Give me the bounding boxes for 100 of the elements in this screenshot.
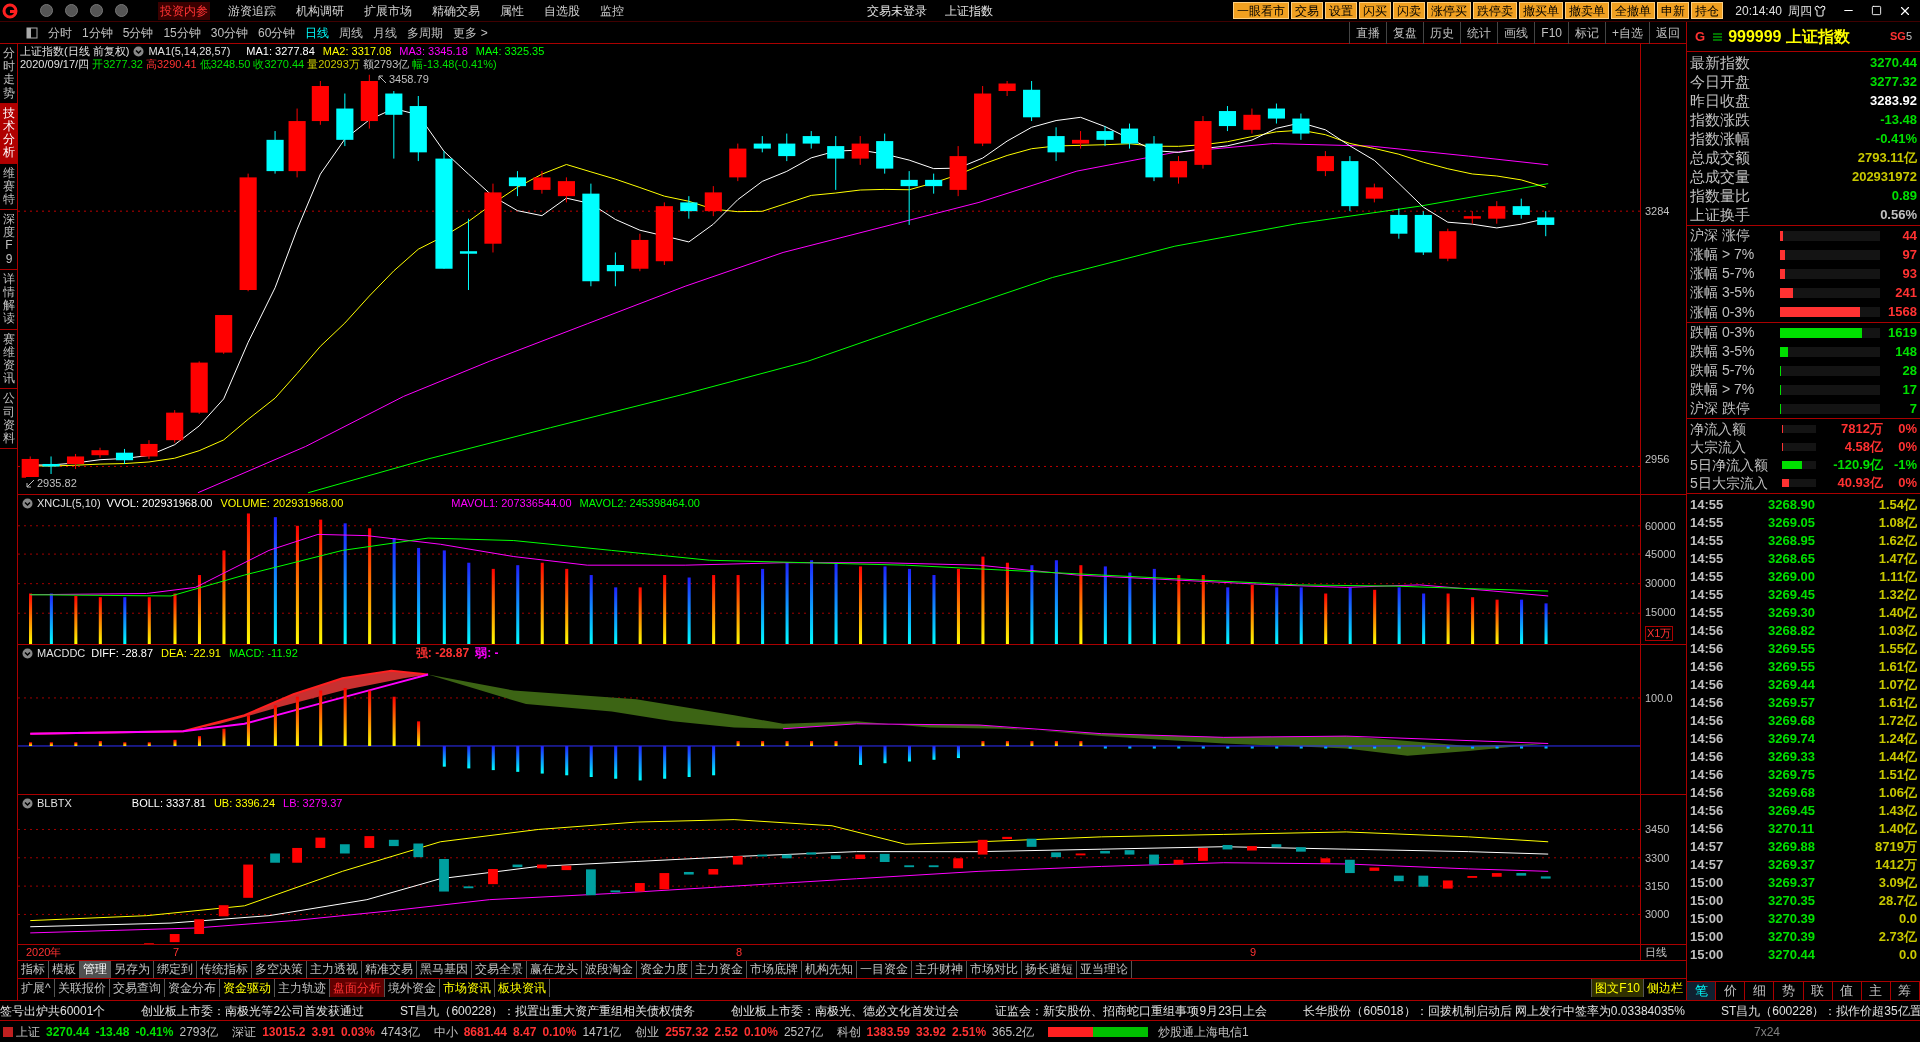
extension-tab[interactable]: 盘面分析 [329,979,385,997]
index-amount: 365.2亿 [992,1023,1035,1041]
side-tab[interactable]: 赛维资讯 [0,329,18,390]
service-text[interactable]: 7x24 [1753,1022,1780,1041]
axis-label: 3284 [1645,205,1670,218]
news-headline[interactable]: 创业板上市委：南极光、德必文化首发过会 [731,1001,960,1020]
menu-item[interactable]: 监控 [598,1,626,20]
tick-time: 14:56 [1690,820,1725,838]
side-panel-button[interactable]: 图文F10 [1591,979,1643,997]
menu-item[interactable]: 投资内参 [158,1,210,20]
window-circle-button[interactable] [40,4,53,17]
period-tab[interactable]: 更多 > [451,23,490,42]
extension-tab[interactable]: 资金驱动 [219,979,275,997]
period-tab[interactable]: 周线 [337,23,366,42]
collapse-icon[interactable] [22,797,33,809]
tick-price: 3268.65 [1768,550,1816,568]
period-tab[interactable]: 日线 [303,23,332,42]
tick-amount: 1.72亿 [1877,712,1917,730]
extension-tab[interactable]: 境外资金 [384,979,440,997]
tick-time: 14:56 [1690,766,1725,784]
menu-item[interactable]: 属性 [498,1,526,20]
collapse-icon[interactable] [133,45,145,57]
index-percent: -0.41% [135,1023,174,1041]
panel-toggle-icon[interactable] [26,26,38,39]
extension-tab[interactable]: 板块资讯 [494,979,550,997]
range-count: 7 [1908,399,1917,418]
window-circle-button[interactable] [90,4,103,17]
news-headline[interactable]: 创业板上市委：南极光等2公司首发获通过 [141,1001,365,1020]
quick-trade-button[interactable]: 全撤单 [1611,2,1656,19]
extension-tab[interactable]: 关联报价 [54,979,110,997]
quick-trade-button[interactable]: 交易 [1291,2,1324,19]
quick-trade-button[interactable]: 涨停买 [1427,2,1472,19]
toolbar-button[interactable]: 直播 [1349,21,1387,44]
extension-tab[interactable]: 扩展^ [18,979,55,997]
quick-trade-button[interactable]: 闪卖 [1393,2,1426,19]
quick-trade-button[interactable]: 撤买单 [1519,2,1564,19]
index-change: 8.47 [513,1023,537,1041]
index-price: 1383.59 [866,1023,910,1041]
side-tab[interactable]: 技术分析 [0,103,18,164]
news-headline[interactable]: 签号出炉共60001个 [0,1001,106,1020]
tick-price: 3270.35 [1768,892,1816,910]
period-tab[interactable]: 多周期 [405,23,446,42]
quick-trade-button[interactable]: 撤卖单 [1565,2,1610,19]
news-headline[interactable]: ST昌九（600228）：拟置出重大资产重组相关债权债务 [400,1001,696,1020]
index-change: 3.91 [311,1023,335,1041]
window-circle-button[interactable] [65,4,78,17]
tick-time: 14:56 [1690,658,1725,676]
menu-item[interactable]: 自选股 [542,1,582,20]
extension-tab[interactable]: 市场资讯 [439,979,495,997]
period-tab[interactable]: 15分钟 [161,23,203,42]
tick-amount: 8719万 [1874,838,1917,856]
news-headline[interactable]: 证监会：新安股份、招商蛇口重组事项9月23日上会 [995,1001,1268,1020]
side-tab[interactable]: 详情解读 [0,269,18,330]
indicator-value: BOLL: 3337.81 [131,795,206,811]
range-count: 28 [1901,361,1917,380]
quick-trade-button[interactable]: 跌停卖 [1473,2,1518,19]
period-tab[interactable]: 30分钟 [208,23,251,42]
toolbar-button[interactable]: +自选 [1605,21,1649,44]
quick-trade-button[interactable]: 设置 [1325,2,1358,19]
restore-icon[interactable] [1871,5,1882,16]
toolbar-button[interactable]: 历史 [1423,21,1461,44]
tick-time: 14:57 [1690,856,1725,874]
quick-trade-button[interactable]: 持仓 [1691,2,1724,19]
quick-trade-button[interactable]: 闪买 [1359,2,1392,19]
tick-time: 14:55 [1690,532,1725,550]
tick-price: 3269.88 [1768,838,1816,856]
detail-tab[interactable]: 笔 [1687,982,1717,1000]
menu-icon[interactable] [1713,32,1723,41]
toolbar-button[interactable]: 标记 [1568,21,1605,44]
menu-item[interactable]: 精确交易 [430,1,482,20]
toolbar-button[interactable]: F10 [1534,21,1568,44]
collapse-icon[interactable] [22,497,33,509]
news-headline[interactable]: 长华股份（605018）：回拨机制启动后 网上发行中签率为0.03384035% [1303,1001,1685,1020]
quote-value: 0.56% [1880,206,1917,224]
menu-item[interactable]: 机构调研 [294,1,346,20]
collapse-icon[interactable] [22,647,33,659]
window-circle-button[interactable] [115,4,128,17]
menu-item[interactable]: 游资追踪 [226,1,278,20]
quick-trade-button[interactable]: 申新 [1657,2,1690,19]
period-tab[interactable]: 1分钟 [80,23,115,42]
menu-item[interactable]: 扩展市场 [362,1,414,20]
period-tab[interactable]: 60分钟 [256,23,298,42]
side-tab[interactable]: 公司资料 [0,389,18,450]
quote-label: 上证换手 [1690,205,1751,224]
toolbar-button[interactable]: 复盘 [1386,21,1424,44]
period-tab[interactable]: 5分钟 [120,23,156,42]
side-tab[interactable]: 维赛特 [0,163,18,211]
side-tab[interactable]: 深度F9 [0,210,18,270]
range-label: 涨幅 0-3% [1690,302,1756,322]
toolbar-button[interactable]: 统计 [1460,21,1498,44]
indicator-tab[interactable]: 管理 [80,961,111,978]
period-tab[interactable]: 分时 [46,23,74,42]
period-tab[interactable]: 月线 [371,23,400,42]
extension-tab[interactable]: 主力轨迹 [274,979,330,997]
side-tab[interactable]: 分时走势 [0,44,18,104]
axis-label: 15000 [1645,606,1676,619]
extension-tab[interactable]: 资金分布 [164,979,220,997]
extension-tab[interactable]: 交易查询 [109,979,165,997]
toolbar-button[interactable]: 画线 [1497,21,1535,44]
quick-trade-button[interactable]: 一眼看市 [1233,2,1290,19]
